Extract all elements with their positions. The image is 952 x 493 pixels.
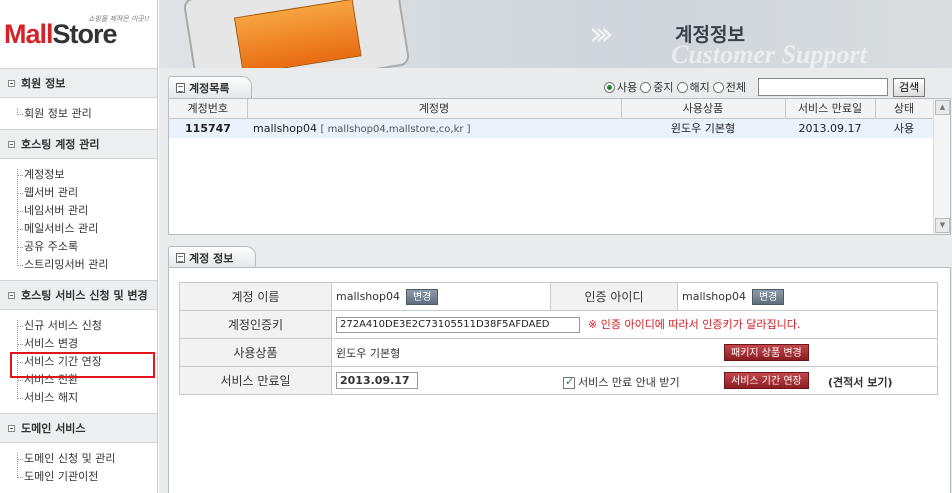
sidebar-item-webserver[interactable]: 웹서버 관리 [14, 184, 157, 202]
cell-domains: [ mallshop04,mallstore,co,kr ] [320, 123, 471, 135]
expand-icon [8, 140, 15, 148]
highlight-box [10, 352, 155, 378]
account-table: 계정번호 계정명 사용상품 서비스 만료일 상태 115747 mallshop… [169, 99, 934, 138]
sidebar-section-member[interactable]: 회원 정보 [0, 68, 157, 98]
col-product: 사용상품 [621, 99, 786, 119]
scroll-up-icon[interactable]: ▲ [935, 100, 950, 115]
change-account-name-button[interactable]: 변경 [405, 288, 439, 305]
search-button[interactable]: 검색 [893, 77, 926, 97]
scrollbar[interactable]: ▲ ▼ [933, 99, 950, 234]
radio-active[interactable]: 사용 [604, 79, 637, 95]
sidebar: 쇼핑몰 제작은 이곳!! MallStore 회원 정보 회원 정보 관리 호스… [0, 0, 158, 493]
sidebar-section-hosting-service[interactable]: 호스팅 서비스 신청 및 변경 [0, 280, 157, 310]
header-banner: ››› Customer Support 계정정보 [159, 0, 952, 68]
expiry-notice-option[interactable]: 서비스 만료 안내 받기 [563, 374, 680, 390]
expiry-notice-label: 서비스 만료 안내 받기 [578, 376, 680, 389]
product-value: 윈도우 기본형 [336, 346, 401, 360]
auth-key-label: 계정인증키 [179, 310, 332, 339]
estimate-link[interactable]: (견적서 보기) [828, 374, 892, 390]
radio-cancelled[interactable]: 해지 [676, 79, 710, 95]
info-row-expiry: 서비스 만료일 2013.09.17 서비스 만료 안내 받기 서비스 기간 연… [179, 366, 938, 395]
expand-icon [8, 79, 15, 87]
sidebar-list-domain: 도메인 신청 및 관리 도메인 기관이전 [0, 443, 157, 492]
account-info-panel: 계정 이름 mallshop04 변경 인증 아이디 mallshop04 변경 계… [168, 267, 951, 493]
radio-icon [604, 81, 615, 93]
checkbox-icon[interactable] [563, 375, 575, 389]
sidebar-section-domain[interactable]: 도메인 서비스 [0, 413, 157, 443]
banner-device-illustration [182, 0, 411, 68]
auth-key-cell: 272A410DE3E2C73105511D38F5AFDAED ※ 인증 아이디… [331, 310, 938, 339]
table-header: 계정번호 계정명 사용상품 서비스 만료일 상태 [169, 99, 934, 119]
sidebar-item-account-info[interactable]: 계정정보 [14, 166, 157, 184]
account-list-panel: 계정번호 계정명 사용상품 서비스 만료일 상태 115747 mallshop… [168, 98, 951, 235]
account-name-label: 계정 이름 [179, 282, 332, 311]
logo-text: MallStore [4, 19, 118, 49]
cell-account-number: 115747 [169, 118, 247, 138]
radio-icon [676, 81, 688, 93]
tab-account-list[interactable]: 계정목록 [168, 76, 252, 98]
col-status: 상태 [875, 99, 934, 119]
product-cell: 윈도우 기본형 패키지 상품 변경 [331, 338, 938, 367]
extend-service-button[interactable]: 서비스 기간 연장 [724, 372, 809, 389]
auth-id-label: 인증 아이디 [550, 282, 678, 311]
col-account-name: 계정명 [247, 99, 622, 119]
expiry-label: 서비스 만료일 [179, 366, 332, 395]
account-name-cell: mallshop04 변경 [331, 282, 551, 311]
account-name-value: mallshop04 [336, 289, 400, 303]
auth-key-field: 272A410DE3E2C73105511D38F5AFDAED [336, 317, 580, 333]
expand-icon [8, 424, 15, 432]
info-row-name: 계정 이름 mallshop04 변경 인증 아이디 mallshop04 변경 [179, 282, 938, 311]
change-auth-id-button[interactable]: 변경 [751, 288, 785, 305]
cell-expiry: 2013.09.17 [785, 118, 875, 138]
sidebar-item-nameserver[interactable]: 네임서버 관리 [14, 202, 157, 220]
scroll-down-icon[interactable]: ▼ [935, 218, 950, 233]
expiry-cell: 2013.09.17 서비스 만료 안내 받기 서비스 기간 연장 (견적서 보… [331, 366, 938, 395]
sidebar-section-hosting-account[interactable]: 호스팅 계정 관리 [0, 129, 157, 159]
search-input[interactable] [758, 78, 888, 96]
radio-icon [712, 81, 724, 93]
info-row-auth-key: 계정인증키 272A410DE3E2C73105511D38F5AFDAED ※ … [179, 310, 938, 339]
auth-id-cell: mallshop04 변경 [677, 282, 938, 311]
col-account-number: 계정번호 [169, 99, 248, 119]
cell-product: 윈도우 기본형 [621, 118, 785, 138]
sidebar-item-domain-manage[interactable]: 도메인 신청 및 관리 [14, 450, 157, 468]
sidebar-list-member: 회원 정보 관리 [0, 98, 157, 129]
table-row[interactable]: 115747 mallshop04 [ mallshop04,mallstore… [169, 118, 933, 138]
sidebar-item-addressbook[interactable]: 공유 주소록 [14, 238, 157, 256]
tab-account-info[interactable]: 계정 정보 [168, 246, 256, 268]
sidebar-list-hosting-account: 계정정보 웹서버 관리 네임서버 관리 메일서비스 관리 공유 주소록 스트리밍… [0, 159, 157, 280]
sidebar-item-streaming[interactable]: 스트리밍서버 관리 [14, 256, 157, 274]
expiry-date-field: 2013.09.17 [336, 372, 418, 389]
main-content: 계정목록 사용 중지 해지 전체 검색 계정번호 계정명 사용상품 서비스 만료… [159, 68, 952, 493]
sidebar-item-cancel-service[interactable]: 서비스 해지 [14, 389, 157, 407]
radio-icon [640, 81, 652, 93]
col-expiry: 서비스 만료일 [785, 99, 876, 119]
cell-account-name: mallshop04 [ mallshop04,mallstore,co,kr … [247, 118, 621, 138]
sidebar-item-member-info[interactable]: 회원 정보 관리 [14, 105, 157, 123]
sidebar-item-new-service[interactable]: 신규 서비스 신청 [14, 317, 157, 335]
document-icon [176, 252, 185, 263]
sidebar-item-mail[interactable]: 메일서비스 관리 [14, 220, 157, 238]
sidebar-item-change-service[interactable]: 서비스 변경 [14, 335, 157, 353]
page-title: 계정정보 [675, 24, 745, 46]
radio-suspended[interactable]: 중지 [640, 79, 674, 95]
sidebar-item-domain-transfer[interactable]: 도메인 기관이전 [14, 468, 157, 486]
logo[interactable]: 쇼핑몰 제작은 이곳!! MallStore [0, 0, 157, 68]
product-label: 사용상품 [179, 338, 332, 367]
account-info-table: 계정 이름 mallshop04 변경 인증 아이디 mallshop04 변경 계… [179, 282, 938, 395]
auth-id-value: mallshop04 [682, 289, 746, 303]
document-icon [176, 82, 185, 93]
chevron-decoration-icon: ››› [589, 14, 614, 54]
package-change-button[interactable]: 패키지 상품 변경 [724, 344, 809, 361]
auth-key-warning: ※ 인증 아이디에 따라서 인증키가 달라집니다. [588, 318, 801, 331]
info-row-product: 사용상품 윈도우 기본형 패키지 상품 변경 [179, 338, 938, 367]
filter-bar: 사용 중지 해지 전체 검색 [604, 77, 926, 97]
expand-icon [8, 291, 15, 299]
cell-status: 사용 [875, 118, 933, 138]
radio-all[interactable]: 전체 [712, 79, 746, 95]
